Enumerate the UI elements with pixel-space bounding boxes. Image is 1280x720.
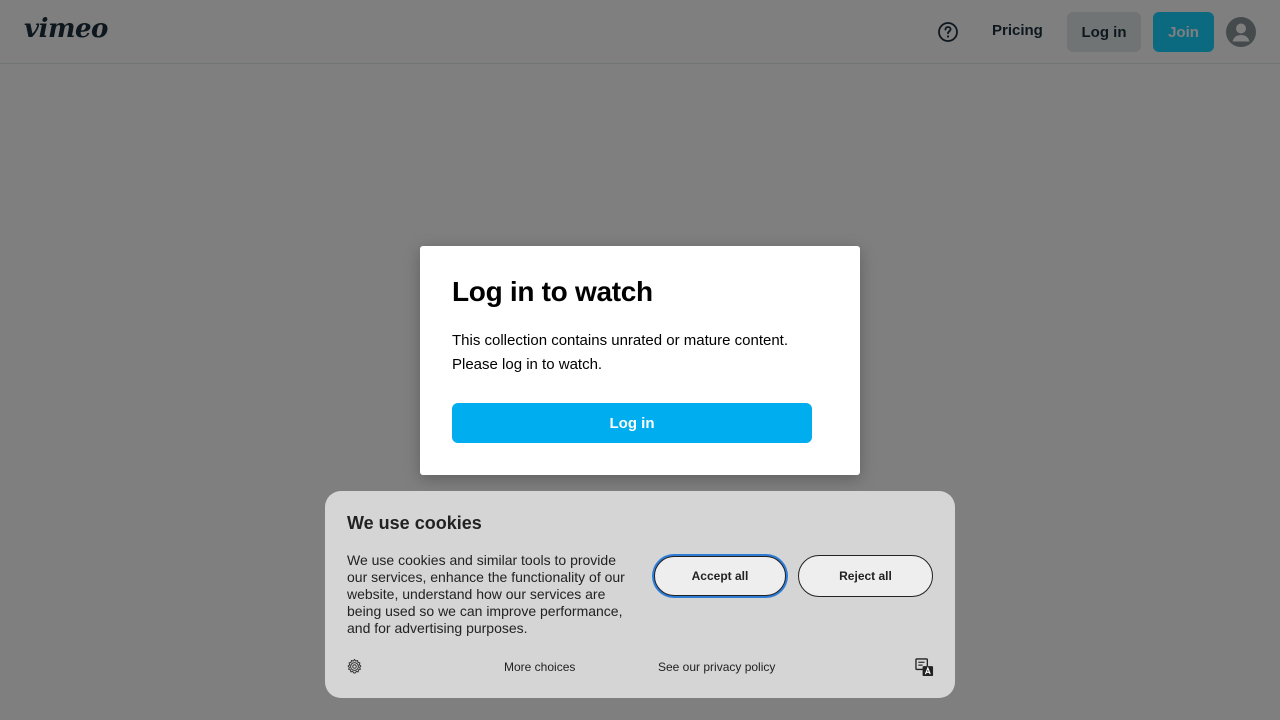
accept-all-button[interactable]: Accept all	[654, 556, 786, 596]
reject-all-button[interactable]: Reject all	[798, 555, 933, 597]
modal-title: Log in to watch	[452, 276, 653, 307]
cookie-description: We use cookies and similar tools to prov…	[347, 552, 625, 636]
privacy-policy-link[interactable]: See our privacy policy	[658, 660, 775, 674]
gear-icon[interactable]	[346, 658, 363, 675]
cookie-banner: We use cookies We use cookies and simila…	[325, 491, 955, 698]
translate-icon[interactable]	[915, 658, 934, 677]
login-modal: Log in to watch This collection contains…	[420, 246, 860, 475]
cookie-title: We use cookies	[347, 513, 482, 533]
modal-message: This collection contains unrated or matu…	[452, 332, 789, 373]
modal-login-button[interactable]: Log in	[452, 403, 812, 443]
more-choices-link[interactable]: More choices	[504, 660, 575, 674]
